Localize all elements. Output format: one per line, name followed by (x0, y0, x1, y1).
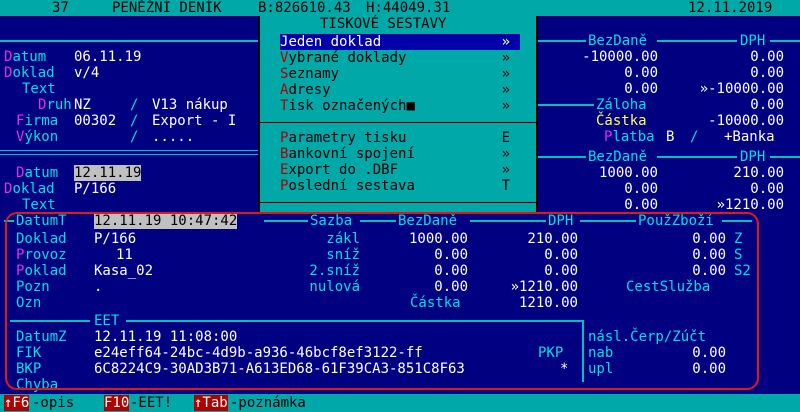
platba-value: +Banka (724, 129, 775, 145)
function-key-bar: ↑F6 -opis F10 -EET! ↑Tab -poznámka (0, 394, 800, 412)
datum-label: Datum (16, 165, 59, 181)
current-date: 12.11.2019 (688, 0, 773, 16)
bez-row2: 0.00 (624, 181, 658, 197)
record-number: 37 (52, 0, 69, 16)
datum-value[interactable]: 12.11.19 (74, 165, 142, 181)
bez-row3: 0.00 (624, 81, 658, 97)
shift-f6-key[interactable]: ↑F6 (4, 395, 30, 411)
slash: / (130, 97, 139, 113)
h-balance: H:44049.31 (366, 0, 451, 16)
bez-row2: 0.00 (624, 65, 658, 81)
datum-label: Datum (4, 49, 47, 65)
dph-header: DPH (740, 33, 766, 49)
menu-item-export-dbf[interactable]: Export do .DBF » (280, 162, 520, 178)
slash: / (130, 129, 139, 145)
menu-item-jeden-doklad[interactable]: Jeden doklad » (280, 34, 520, 50)
menu-bottom-line (260, 202, 536, 203)
f10-label: -EET! (130, 395, 173, 411)
druh-description: V13 nákup (152, 97, 228, 113)
menu-item-seznamy[interactable]: Seznamy » (280, 66, 520, 82)
shift-tab-key[interactable]: ↑Tab (194, 395, 228, 411)
dph-row2: 0.00 (750, 65, 784, 81)
dph-row3: »-10000.00 (699, 81, 784, 97)
menu-title: TISKOVÉ SESTAVY (320, 16, 447, 32)
divider (536, 156, 586, 158)
print-reports-menu: TISKOVÉ SESTAVY Jeden doklad » Vybrané d… (258, 16, 538, 212)
menu-item-parametry-tisku[interactable]: Parametry tisku E (280, 130, 520, 146)
bez-row1: 1000.00 (598, 165, 658, 181)
bezdane-header: BezDaně (588, 149, 648, 165)
b-balance: B:826610.43 (258, 0, 351, 16)
druh-value[interactable]: NZ (74, 97, 91, 113)
firma-value[interactable]: 00302 (74, 113, 116, 129)
shift-f6-label: -opis (32, 395, 75, 411)
firma-description: Export - I (152, 113, 237, 129)
divider (0, 40, 258, 42)
highlight-frame (5, 212, 759, 390)
menu-item-vybrane-doklady[interactable]: Vybrané doklady » (280, 50, 520, 66)
divider (770, 156, 800, 158)
platba-code[interactable]: B (666, 129, 674, 145)
druh-label: Druh (38, 97, 72, 113)
text-label: Text (22, 81, 56, 97)
divider (657, 156, 737, 158)
castka-label: Částka (596, 113, 647, 129)
vykon-label: Výkon (16, 129, 59, 145)
dph-row1: 210.00 (733, 165, 784, 181)
castka-value: -10000.00 (708, 113, 784, 129)
divider (657, 40, 737, 42)
divider (770, 40, 800, 42)
title-bar: 37 PENĚŽNÍ DENÍK B:826610.43 H:44049.31 … (0, 0, 800, 16)
vykon-value[interactable]: ..... (152, 129, 194, 145)
bez-row3: 0.00 (624, 197, 658, 213)
double-divider (0, 150, 258, 155)
text-label: Text (22, 197, 56, 213)
bez-row1: -10000.00 (582, 49, 658, 65)
doklad-value[interactable]: P/166 (74, 181, 116, 197)
doklad-value[interactable]: v/4 (74, 65, 99, 81)
menu-item-bankovni-spojeni[interactable]: Bankovní spojení » (280, 146, 520, 162)
menu-separator (260, 122, 536, 123)
platba-label: Platba (604, 129, 655, 145)
doklad-label: Doklad (4, 181, 55, 197)
bezdane-header: BezDaně (588, 33, 648, 49)
firma-label: Firma (16, 113, 59, 129)
dph-row1: 0.00 (750, 49, 784, 65)
doklad-label: Doklad (4, 65, 55, 81)
zaloha-label: Záloha (596, 97, 647, 113)
datum-value[interactable]: 06.11.19 (74, 49, 141, 65)
divider (536, 40, 586, 42)
slash: / (690, 129, 699, 145)
menu-item-tisk-oznacenych[interactable]: Tisk označených■ » (280, 98, 520, 114)
dph-row3: »1210.00 (716, 197, 784, 213)
divider (536, 104, 594, 106)
app-title: PENĚŽNÍ DENÍK (112, 0, 222, 16)
f10-key[interactable]: F10 (104, 395, 130, 411)
zaloha-value: 0.00 (750, 97, 784, 113)
menu-item-posledni-sestava[interactable]: Poslední sestava T (280, 178, 520, 194)
slash: / (130, 113, 139, 129)
dph-row2: 0.00 (750, 181, 784, 197)
dph-header: DPH (740, 149, 766, 165)
menu-item-adresy[interactable]: Adresy » (280, 82, 520, 98)
shift-tab-label: -poznámka (230, 395, 306, 411)
